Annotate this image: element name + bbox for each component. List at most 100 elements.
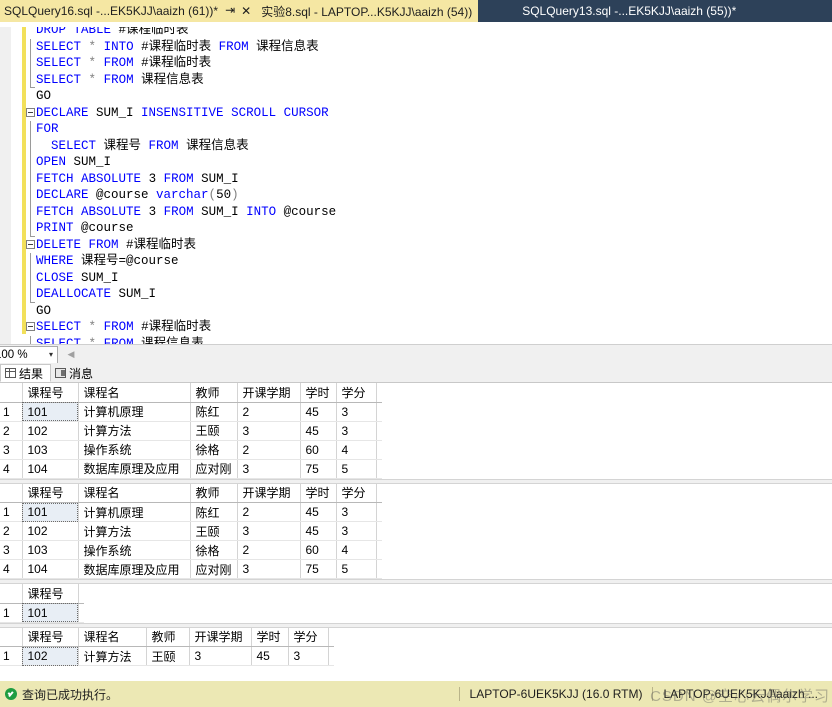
fold-collapse-icon[interactable]	[26, 107, 35, 117]
table-cell[interactable]: 104	[22, 559, 79, 579]
column-header[interactable]: 课程号	[22, 383, 79, 403]
table-row[interactable]: 1 102 计算方法 王颐 3 45 3	[0, 646, 334, 666]
row-number[interactable]: 1	[0, 646, 23, 666]
table-cell[interactable]: 计算方法	[78, 646, 147, 666]
sql-code[interactable]: DROP TABLE #课程临时表 SELECT * INTO #课程临时表 FR…	[0, 22, 832, 344]
column-header[interactable]: 学时	[300, 483, 337, 503]
result-grid[interactable]: 课程号 1 101	[0, 584, 832, 623]
column-header[interactable]: 课程名	[78, 627, 147, 647]
table-row[interactable]: 2 102 计算方法 王颐 3 45 3	[0, 521, 382, 541]
table-cell[interactable]: 75	[300, 459, 337, 479]
table-cell[interactable]: 王颐	[146, 646, 190, 666]
table-cell[interactable]: 102	[22, 646, 79, 666]
table-cell[interactable]: 2	[237, 502, 301, 522]
table-cell[interactable]: 101	[22, 502, 79, 522]
table-cell[interactable]: 45	[300, 521, 337, 541]
column-header[interactable]: 学分	[336, 383, 377, 403]
table-row[interactable]: 3 103 操作系统 徐格 2 60 4	[0, 540, 382, 560]
column-header[interactable]: 教师	[146, 627, 190, 647]
tab-sqlquery16[interactable]: SQLQuery16.sql -...EK5KJJ\aaizh (61))* ⇥…	[0, 0, 256, 22]
result-grid[interactable]: 课程号 课程名 教师 开课学期 学时 学分 1 101 计算机原理 陈红 2 45 3 2 102 计算方法王…	[0, 483, 832, 579]
table-cell[interactable]: 3	[336, 521, 377, 541]
table-cell[interactable]: 数据库原理及应用	[78, 559, 191, 579]
row-number[interactable]: 4	[0, 459, 23, 479]
hscroll-left-arrow[interactable]: ◀	[63, 346, 79, 363]
column-header[interactable]: 学分	[336, 483, 377, 503]
column-header[interactable]: 课程名	[78, 483, 191, 503]
table-cell[interactable]: 75	[300, 559, 337, 579]
column-header[interactable]: 开课学期	[237, 383, 301, 403]
table-row[interactable]: 4 104 数据库原理及应用 应对刚 3 75 5	[0, 559, 382, 579]
table-row[interactable]: 3 103 操作系统 徐格 2 60 4	[0, 440, 382, 460]
table-cell[interactable]: 王颐	[190, 421, 238, 441]
table-cell[interactable]: 45	[251, 646, 289, 666]
table-cell[interactable]: 3	[288, 646, 329, 666]
code-editor[interactable]: DROP TABLE #课程临时表 SELECT * INTO #课程临时表 FR…	[0, 22, 832, 344]
column-header[interactable]: 课程号	[22, 584, 79, 604]
table-cell[interactable]: 3	[189, 646, 252, 666]
column-header[interactable]: 学时	[300, 383, 337, 403]
table-cell[interactable]: 3	[237, 559, 301, 579]
table-cell[interactable]: 陈红	[190, 502, 238, 522]
table-cell[interactable]: 4	[336, 540, 377, 560]
tab-messages[interactable]: 消息	[51, 364, 100, 382]
table-cell[interactable]: 2	[237, 402, 301, 422]
table-cell[interactable]: 徐格	[190, 440, 238, 460]
table-cell[interactable]: 计算方法	[78, 521, 191, 541]
row-number[interactable]: 3	[0, 440, 23, 460]
table-cell[interactable]: 3	[336, 421, 377, 441]
table-cell[interactable]: 3	[237, 521, 301, 541]
result-grid[interactable]: 课程号 课程名 教师 开课学期 学时 学分 1 101 计算机原理 陈红 2 45 3 2 102 计算方法王…	[0, 383, 832, 479]
row-number[interactable]: 2	[0, 421, 23, 441]
table-cell[interactable]: 计算方法	[78, 421, 191, 441]
table-cell[interactable]: 102	[22, 421, 79, 441]
table-cell[interactable]: 5	[336, 559, 377, 579]
table-cell[interactable]: 101	[22, 402, 79, 422]
table-cell[interactable]: 102	[22, 521, 79, 541]
table-cell[interactable]: 操作系统	[78, 540, 191, 560]
row-number[interactable]: 4	[0, 559, 23, 579]
table-cell[interactable]: 60	[300, 540, 337, 560]
tab-shiyan8[interactable]: 实验8.sql - LAPTOP...K5KJJ\aaizh (54))	[255, 0, 479, 22]
tab-sqlquery13[interactable]: SQLQuery13.sql -...EK5KJJ\aaizh (55))*	[516, 0, 742, 22]
table-cell[interactable]: 101	[22, 603, 79, 623]
table-cell[interactable]: 徐格	[190, 540, 238, 560]
zoom-level-dropdown[interactable]: 100 % ▾	[0, 345, 58, 364]
row-number[interactable]: 3	[0, 540, 23, 560]
table-cell[interactable]: 3	[237, 459, 301, 479]
table-row[interactable]: 1 101	[0, 603, 84, 623]
result-grid[interactable]: 课程号 课程名 教师 开课学期 学时 学分 1 102 计算方法 王颐 3 45 3	[0, 627, 832, 666]
column-header[interactable]: 教师	[190, 383, 238, 403]
table-cell[interactable]: 45	[300, 402, 337, 422]
row-number[interactable]: 1	[0, 603, 23, 623]
column-header[interactable]: 课程号	[22, 483, 79, 503]
table-cell[interactable]: 数据库原理及应用	[78, 459, 191, 479]
table-cell[interactable]: 104	[22, 459, 79, 479]
table-cell[interactable]: 应对刚	[190, 559, 238, 579]
table-cell[interactable]: 计算机原理	[78, 502, 191, 522]
table-cell[interactable]: 45	[300, 421, 337, 441]
tab-results[interactable]: 结果	[0, 364, 52, 382]
table-cell[interactable]: 60	[300, 440, 337, 460]
table-row[interactable]: 4 104 数据库原理及应用 应对刚 3 75 5	[0, 459, 382, 479]
table-cell[interactable]: 5	[336, 459, 377, 479]
table-row[interactable]: 2 102 计算方法 王颐 3 45 3	[0, 421, 382, 441]
table-cell[interactable]: 3	[336, 402, 377, 422]
fold-collapse-icon[interactable]	[26, 322, 35, 331]
column-header[interactable]: 课程名	[78, 383, 191, 403]
column-header[interactable]: 开课学期	[237, 483, 301, 503]
table-row[interactable]: 1 101 计算机原理 陈红 2 45 3	[0, 402, 382, 422]
table-cell[interactable]: 103	[22, 540, 79, 560]
table-cell[interactable]: 陈红	[190, 402, 238, 422]
column-header[interactable]: 教师	[190, 483, 238, 503]
table-cell[interactable]: 45	[300, 502, 337, 522]
row-number[interactable]: 2	[0, 521, 23, 541]
table-cell[interactable]: 4	[336, 440, 377, 460]
column-header[interactable]: 开课学期	[189, 627, 252, 647]
column-header[interactable]: 学时	[251, 627, 289, 647]
row-number[interactable]: 1	[0, 402, 23, 422]
pin-icon[interactable]: ⇥	[225, 4, 235, 16]
column-header[interactable]: 学分	[288, 627, 329, 647]
table-cell[interactable]: 操作系统	[78, 440, 191, 460]
table-cell[interactable]: 3	[336, 502, 377, 522]
